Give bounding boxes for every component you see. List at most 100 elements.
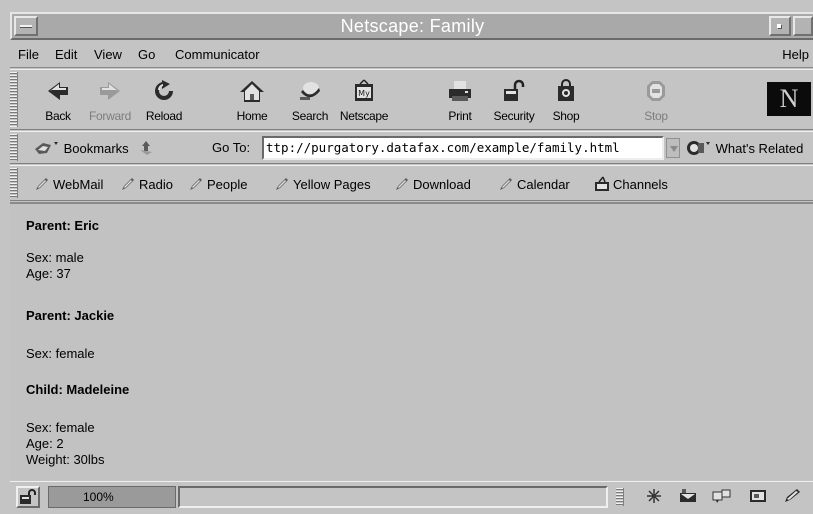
child-age: Age: 2: [26, 436, 64, 451]
forward-arrow-icon: [100, 82, 120, 100]
link-radio-label: Radio: [139, 177, 173, 192]
edit-pencil-icon[interactable]: [782, 488, 802, 504]
toolbar-grip[interactable]: [10, 134, 18, 161]
link-yellow-pages[interactable]: Yellow Pages: [274, 176, 371, 192]
back-arrow-icon: [48, 82, 68, 100]
link-people-label: People: [207, 177, 248, 192]
child-heading: Child: Madeleine: [26, 382, 130, 397]
window-title: Netscape: Family: [340, 16, 485, 36]
navigation-toolbar: Back Forward Reload Home Search My Netsc…: [10, 69, 813, 130]
location-url-field[interactable]: ttp://purgatory.datafax.com/example/fami…: [262, 136, 664, 160]
mail-icon[interactable]: [678, 488, 698, 504]
bookmarks-icon: [35, 142, 58, 154]
menu-view[interactable]: View: [94, 47, 122, 62]
menu-help[interactable]: Help: [782, 47, 809, 62]
location-toolbar: Bookmarks Go To: ttp://purgatory.datafax…: [10, 131, 813, 164]
print-label: Print: [448, 109, 472, 123]
stop-icon: [647, 81, 665, 101]
forward-button[interactable]: Forward: [82, 78, 138, 123]
link-calendar[interactable]: Calendar: [498, 176, 570, 192]
print-button[interactable]: Print: [432, 78, 488, 123]
composer-icon[interactable]: [748, 488, 768, 504]
status-message: [178, 486, 608, 508]
link-people[interactable]: People: [188, 176, 247, 192]
minimize-button[interactable]: [769, 16, 791, 36]
child-weight: Weight: 30lbs: [26, 452, 105, 467]
shop-button[interactable]: Shop: [538, 78, 594, 123]
whats-related-icon: [687, 141, 710, 155]
link-calendar-label: Calendar: [517, 177, 570, 192]
stop-button[interactable]: Stop: [628, 78, 684, 123]
url-history-dropdown[interactable]: [666, 138, 680, 158]
back-button[interactable]: Back: [30, 78, 86, 123]
netscape-logo[interactable]: N: [767, 82, 811, 116]
component-bar: [614, 486, 813, 508]
svg-text:My: My: [358, 89, 370, 98]
my-netscape-button[interactable]: My Netscape: [336, 78, 392, 123]
parent-heading: Parent: Jackie: [26, 308, 115, 323]
my-netscape-icon: My: [355, 79, 373, 101]
discussions-icon[interactable]: [712, 488, 732, 504]
menu-edit[interactable]: Edit: [55, 47, 77, 62]
forward-label: Forward: [89, 109, 131, 123]
reload-icon: [155, 80, 173, 100]
link-download-label: Download: [413, 177, 471, 192]
search-icon: [300, 82, 320, 100]
link-webmail[interactable]: WebMail: [34, 176, 103, 192]
back-label: Back: [45, 109, 71, 123]
printer-icon: [449, 81, 471, 101]
bookmark-pencil-icon: [396, 178, 408, 190]
shopping-bag-icon: [558, 79, 574, 101]
toolbar-grip[interactable]: [10, 72, 18, 127]
parent-sex: Sex: male: [26, 250, 84, 265]
parent-heading: Parent: Eric: [26, 218, 99, 233]
shop-label: Shop: [552, 109, 580, 123]
link-channels-label: Channels: [613, 177, 668, 192]
menu-communicator[interactable]: Communicator: [175, 47, 260, 62]
goto-label: Go To:: [212, 140, 251, 155]
menu-bar: File Edit View Go Communicator Help: [10, 42, 813, 68]
progress-indicator: 100%: [48, 486, 176, 508]
bookmarks-button[interactable]: Bookmarks: [34, 140, 156, 156]
security-label: Security: [493, 109, 535, 123]
menu-file[interactable]: File: [18, 47, 39, 62]
menu-go[interactable]: Go: [138, 47, 155, 62]
unlocked-padlock-icon: [20, 489, 36, 504]
bookmark-pencil-icon: [190, 178, 202, 190]
navigator-icon[interactable]: [644, 488, 664, 504]
bookmark-pencil-icon: [276, 178, 288, 190]
parent-age: Age: 37: [26, 266, 71, 281]
search-label: Search: [291, 109, 329, 123]
page-content: Parent: Eric Sex: male Age: 37 Parent: J…: [10, 202, 813, 480]
padlock-icon: [504, 79, 525, 101]
bookmark-pencil-icon: [36, 178, 48, 190]
component-bar-grip[interactable]: [616, 488, 624, 506]
search-button[interactable]: Search: [282, 78, 338, 123]
home-icon: [240, 81, 264, 102]
maximize-button[interactable]: [793, 16, 813, 36]
my-netscape-label: Netscape: [339, 109, 389, 123]
link-radio[interactable]: Radio: [120, 176, 173, 192]
home-label: Home: [236, 109, 268, 123]
reload-label: Reload: [145, 109, 183, 123]
link-webmail-label: WebMail: [53, 177, 104, 192]
security-button[interactable]: Security: [486, 78, 542, 123]
bookmark-pencil-icon: [500, 178, 512, 190]
personal-toolbar: WebMail Radio People Yellow Pages Downlo…: [10, 165, 813, 201]
security-status-button[interactable]: [16, 486, 40, 508]
bookmarks-label: Bookmarks: [63, 141, 129, 156]
window-title-bar[interactable]: Netscape: Family: [10, 12, 813, 40]
whats-related-button[interactable]: What's Related: [686, 140, 803, 156]
parent-sex: Sex: female: [26, 346, 95, 361]
stop-label: Stop: [644, 109, 668, 123]
bookmark-drag-icon: [140, 141, 153, 155]
toolbar-grip[interactable]: [10, 168, 18, 198]
reload-button[interactable]: Reload: [136, 78, 192, 123]
status-bar: 100%: [10, 481, 813, 511]
link-download[interactable]: Download: [394, 176, 471, 192]
channels-icon: [595, 176, 609, 191]
whats-related-label: What's Related: [715, 141, 804, 156]
link-channels[interactable]: Channels: [594, 176, 668, 192]
home-button[interactable]: Home: [224, 78, 280, 123]
bookmark-pencil-icon: [122, 178, 134, 190]
